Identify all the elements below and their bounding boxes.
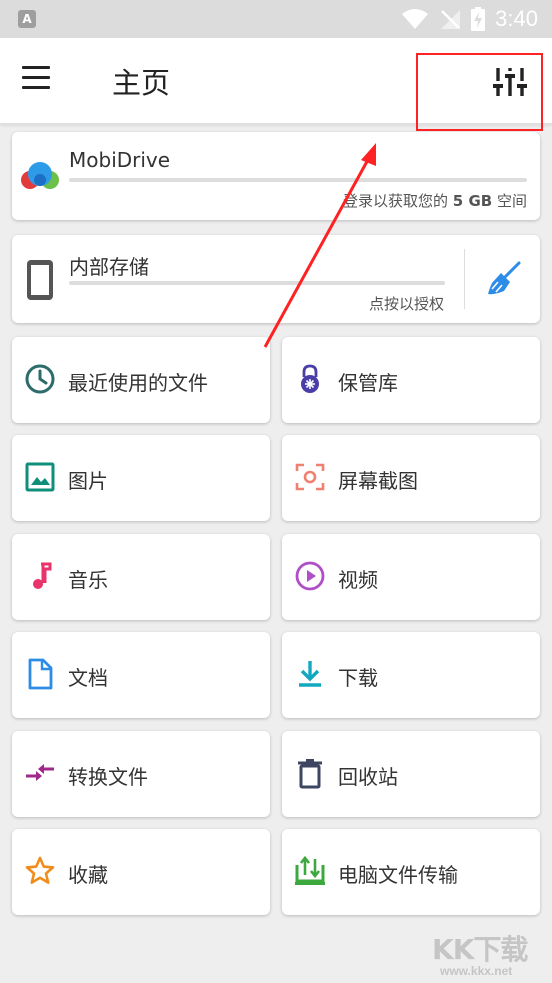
- tile-clock[interactable]: 最近使用的文件: [12, 337, 270, 423]
- tile-music-note[interactable]: 音乐: [12, 533, 270, 620]
- tile-label: 下载: [338, 666, 378, 691]
- status-bar: A 3:40: [0, 0, 552, 38]
- tile-label: 视频: [338, 567, 378, 592]
- music-note-icon: [24, 560, 56, 592]
- no-signal-icon: [441, 10, 461, 29]
- tile-label: 文档: [68, 666, 108, 691]
- page-title: 主页: [112, 66, 171, 100]
- watermark-text: KK下载: [432, 933, 528, 966]
- pc-transfer-icon: [294, 855, 326, 887]
- star-icon: [24, 855, 56, 887]
- watermark-url: www.kkx.net: [440, 964, 513, 978]
- tile-label: 电脑文件传输: [338, 863, 458, 887]
- tile-label: 最近使用的文件: [68, 371, 208, 395]
- tile-image[interactable]: 图片: [12, 435, 270, 522]
- tune-sliders-icon[interactable]: [490, 62, 530, 102]
- play-circle-icon: [294, 560, 326, 592]
- internal-storage-name: 内部存储: [69, 255, 149, 279]
- tile-download[interactable]: 下载: [282, 632, 540, 719]
- wifi-icon: [402, 9, 429, 29]
- tile-label: 回收站: [338, 764, 398, 789]
- internal-storage-bar: [69, 281, 445, 285]
- image-icon: [24, 461, 56, 493]
- mobidrive-name: MobiDrive: [69, 148, 171, 172]
- download-icon: [294, 658, 326, 690]
- trash-icon: [294, 757, 326, 789]
- watermark-logo: KK下载 www.kkx.net: [432, 928, 548, 980]
- internal-storage-card[interactable]: 内部存储 点按以授权: [12, 235, 540, 323]
- convert-arrows-icon: [24, 757, 56, 789]
- app-bar: 主页: [0, 38, 552, 124]
- tile-play-circle[interactable]: 视频: [282, 533, 540, 620]
- mobidrive-storage-bar: [69, 178, 527, 182]
- tile-label: 保管库: [338, 371, 398, 395]
- lock-icon: [294, 363, 326, 395]
- mobidrive-card[interactable]: MobiDrive 登录以获取您的 5 GB 空间: [12, 132, 540, 220]
- hamburger-menu-icon[interactable]: [22, 66, 58, 96]
- mobidrive-logo-icon: [21, 162, 59, 189]
- status-icons: 3:40: [401, 6, 538, 32]
- tile-label: 转换文件: [68, 764, 148, 789]
- tile-pc-transfer[interactable]: 电脑文件传输: [282, 829, 540, 915]
- tile-screenshot[interactable]: 屏幕截图: [282, 435, 540, 522]
- mobidrive-note: 登录以获取您的 5 GB 空间: [343, 192, 527, 210]
- tile-convert-arrows[interactable]: 转换文件: [12, 730, 270, 817]
- notification-icon: A: [18, 10, 36, 28]
- internal-storage-note: 点按以授权: [368, 295, 444, 313]
- clock-icon: [24, 363, 56, 395]
- tile-star[interactable]: 收藏: [12, 829, 270, 915]
- status-time: 3:40: [495, 6, 538, 31]
- document-icon: [24, 658, 56, 690]
- tile-label: 收藏: [68, 863, 108, 887]
- clean-broom-icon[interactable]: [486, 261, 522, 297]
- screenshot-icon: [294, 461, 326, 493]
- battery-charging-icon: [471, 7, 486, 31]
- tile-label: 图片: [68, 469, 108, 494]
- tile-label: 屏幕截图: [338, 469, 418, 494]
- tile-document[interactable]: 文档: [12, 632, 270, 719]
- card-divider: [464, 249, 465, 309]
- tile-lock[interactable]: 保管库: [282, 337, 540, 423]
- phone-icon: [27, 260, 53, 300]
- tile-trash[interactable]: 回收站: [282, 730, 540, 817]
- tile-label: 音乐: [68, 567, 108, 592]
